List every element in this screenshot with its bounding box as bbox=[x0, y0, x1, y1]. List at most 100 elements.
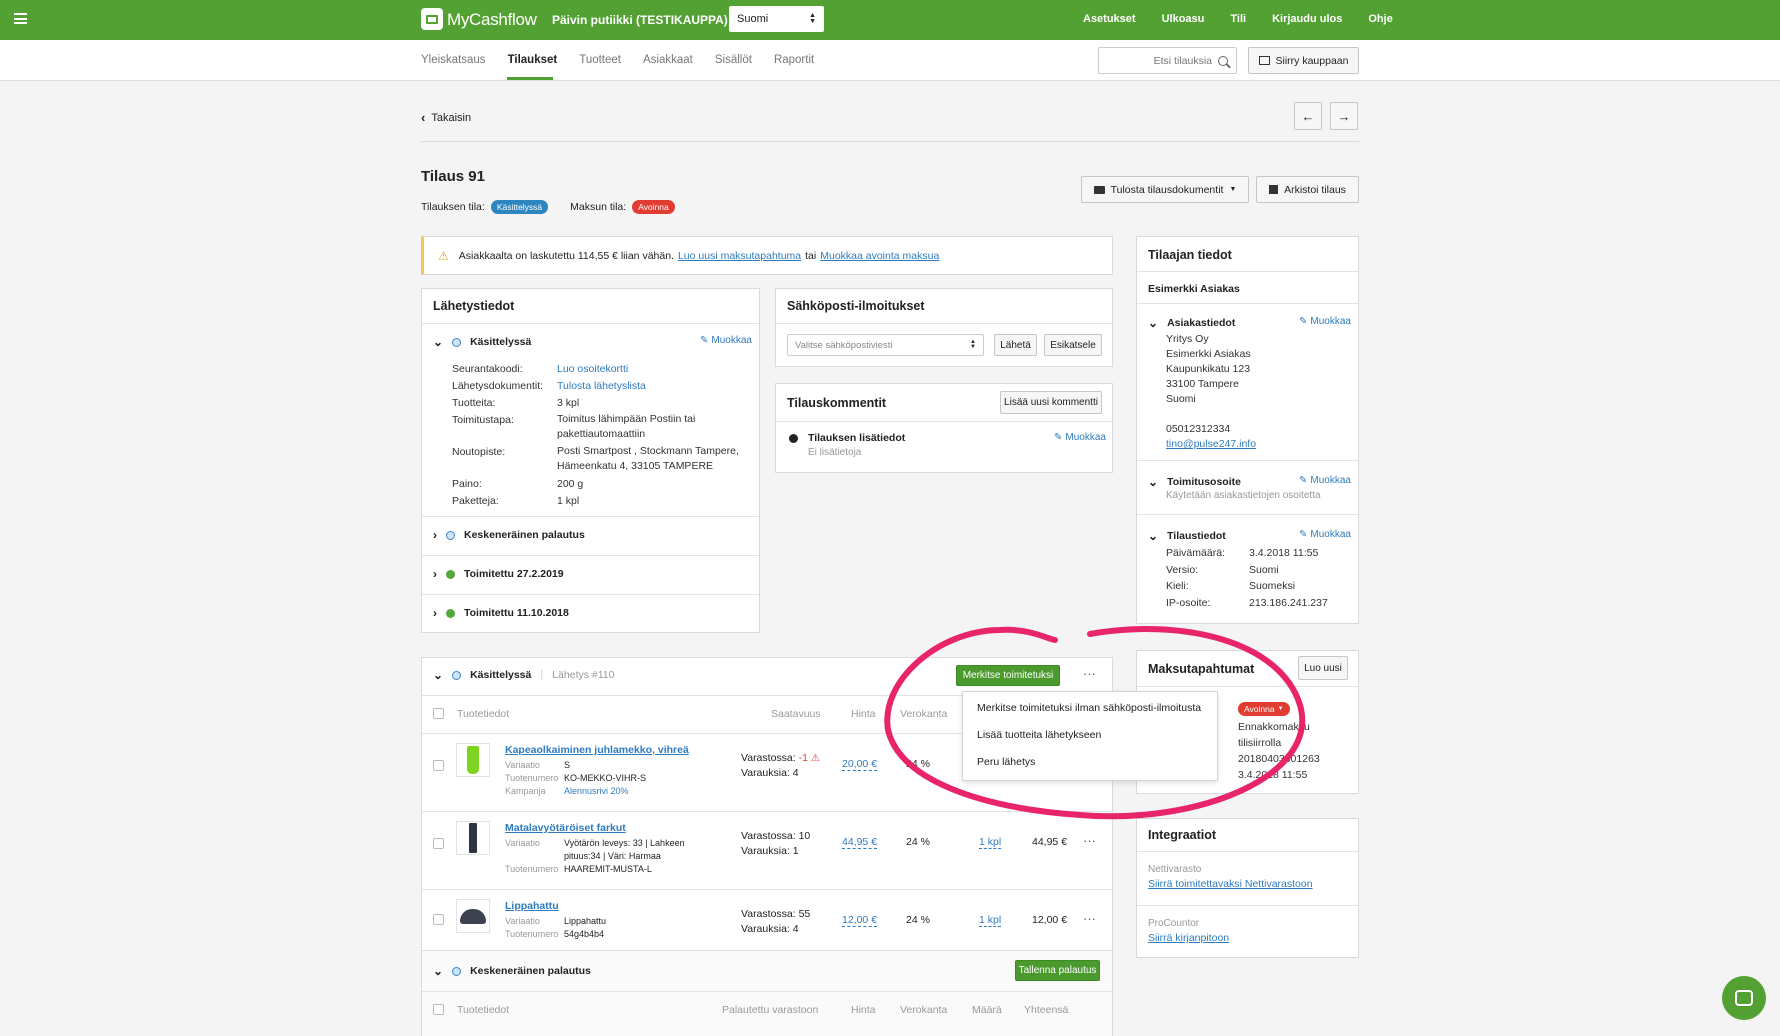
create-payment-link[interactable]: Luo uusi maksutapahtuma bbox=[678, 250, 801, 262]
order-info-toggle[interactable]: ⌄ Tilaustiedot bbox=[1148, 529, 1226, 543]
menu-item-mark-without-email[interactable]: Merkitse toimitetuksi ilman sähköposti-i… bbox=[963, 702, 1217, 729]
comments-edit-label: Muokkaa bbox=[1065, 432, 1106, 443]
order-info-edit-link[interactable]: ✎ Muokkaa bbox=[1299, 529, 1351, 540]
customer-name: Esimerkki Asiakas bbox=[1148, 283, 1240, 295]
back-link[interactable]: ‹ Takaisin bbox=[421, 110, 471, 125]
preview-email-button[interactable]: Esikatsele bbox=[1044, 334, 1102, 356]
product-name-link[interactable]: Lippahattu bbox=[505, 900, 559, 912]
menu-help[interactable]: Ohje bbox=[1368, 13, 1392, 25]
status-dot-icon bbox=[452, 966, 462, 976]
menu-item-cancel-shipment[interactable]: Peru lähetys bbox=[963, 756, 1217, 783]
send-email-button[interactable]: Lähetä bbox=[994, 334, 1037, 356]
quantity-value[interactable]: 1 kpl bbox=[979, 836, 1002, 849]
tracking-link[interactable]: Luo osoitekortti bbox=[557, 361, 752, 378]
tab-contents[interactable]: Sisällöt bbox=[715, 54, 752, 66]
shipping-edit-link[interactable]: ✎ Muokkaa bbox=[700, 335, 752, 346]
attr-label: Variaatio bbox=[505, 838, 540, 848]
brand-name[interactable]: MyCashflow bbox=[447, 10, 537, 30]
mark-delivered-button[interactable]: Merkitse toimitetuksi bbox=[956, 665, 1060, 686]
integration-link[interactable]: Siirrä kirjanpitoon bbox=[1148, 932, 1229, 944]
tab-customers[interactable]: Asiakkaat bbox=[643, 54, 693, 66]
hamburger-menu-icon[interactable] bbox=[14, 13, 27, 24]
row-checkbox[interactable] bbox=[433, 760, 444, 771]
language-select[interactable]: Suomi ▲ ▼ bbox=[729, 6, 824, 32]
select-all-checkbox[interactable] bbox=[433, 708, 444, 719]
customer-info-toggle[interactable]: ⌄ Asiakastiedot bbox=[1148, 316, 1235, 330]
shipment-row-delivered-2018[interactable]: › Toimitettu 11.10.2018 bbox=[433, 606, 569, 620]
tax-value: 24 % bbox=[906, 914, 930, 926]
customer-panel: Tilaajan tiedot Esimerkki Asiakas ⌄ Asia… bbox=[1136, 236, 1359, 624]
tab-overview[interactable]: Yleiskatsaus bbox=[421, 54, 486, 66]
row-checkbox[interactable] bbox=[433, 914, 444, 925]
status-dot-icon bbox=[452, 337, 462, 347]
price-value[interactable]: 20,00 € bbox=[842, 758, 878, 771]
menu-theme[interactable]: Ulkoasu bbox=[1162, 13, 1205, 25]
delivery-address-toggle[interactable]: ⌄ Toimitusosoite bbox=[1148, 475, 1241, 489]
archive-order-label: Arkistoi tilaus bbox=[1284, 183, 1346, 196]
order-search[interactable]: Etsi tilauksia bbox=[1098, 47, 1237, 74]
documents-link[interactable]: Tulosta lähetyslista bbox=[557, 378, 752, 395]
email-template-select[interactable]: Valitse sähköpostiviesti ▲ ▼ bbox=[787, 334, 984, 356]
customer-email-link[interactable]: tino@pulse247.info bbox=[1166, 437, 1256, 452]
stock-value: -1 bbox=[798, 752, 808, 764]
menu-settings[interactable]: Asetukset bbox=[1083, 13, 1136, 25]
payment-status-badge: Avoinna bbox=[632, 200, 675, 214]
quantity-value[interactable]: 1 kpl bbox=[979, 914, 1002, 927]
goto-store-label: Siirry kauppaan bbox=[1275, 54, 1349, 67]
chat-button[interactable] bbox=[1722, 976, 1766, 1020]
add-comment-button[interactable]: Lisää uusi kommentti bbox=[1000, 391, 1102, 414]
edit-icon: ✎ bbox=[1054, 432, 1063, 443]
shipment-row-delivered-2019[interactable]: › Toimitettu 27.2.2019 bbox=[433, 567, 564, 581]
menu-logout[interactable]: Kirjaudu ulos bbox=[1272, 13, 1342, 25]
archive-order-button[interactable]: Arkistoi tilaus bbox=[1256, 176, 1359, 203]
goto-store-button[interactable]: Siirry kauppaan bbox=[1248, 47, 1359, 74]
payment-method-1: Ennakkomaksu bbox=[1238, 721, 1310, 733]
tab-reports[interactable]: Raportit bbox=[774, 54, 814, 66]
shipment-header-toggle[interactable]: ⌄ Käsittelyssä | Lähetys #110 bbox=[433, 668, 615, 682]
arrow-right-icon: → bbox=[1337, 108, 1351, 124]
create-payment-button[interactable]: Luo uusi bbox=[1298, 656, 1348, 680]
product-name-link[interactable]: Matalavyötäröiset farkut bbox=[505, 822, 626, 834]
save-return-button[interactable]: Tallenna palautus bbox=[1015, 960, 1100, 981]
previous-order-button[interactable]: ← bbox=[1294, 102, 1322, 130]
attr-value: S bbox=[564, 760, 571, 770]
more-options-icon[interactable]: ··· bbox=[1083, 911, 1096, 926]
integration-link[interactable]: Siirrä toimitettavaksi Nettivarastoon bbox=[1148, 878, 1313, 890]
more-options-icon[interactable]: ··· bbox=[1083, 833, 1096, 848]
attr-value: HAAREMIT-MUSTA-L bbox=[564, 864, 652, 874]
tab-products[interactable]: Tuotteet bbox=[579, 54, 621, 66]
order-status-row: Tilauksen tila: Käsittelyssä Maksun tila… bbox=[421, 200, 675, 214]
select-all-checkbox[interactable] bbox=[433, 1004, 444, 1015]
product-thumbnail[interactable] bbox=[456, 899, 490, 933]
price-value[interactable]: 12,00 € bbox=[842, 914, 878, 927]
more-options-icon[interactable]: ··· bbox=[1083, 666, 1096, 681]
order-ip-label: IP-osoite: bbox=[1166, 596, 1211, 609]
edit-payment-link[interactable]: Muokkaa avointa maksua bbox=[820, 250, 939, 262]
integration-name: ProCountor bbox=[1148, 918, 1200, 929]
label-pickup: Noutopiste: bbox=[452, 446, 506, 458]
brand-logo-icon[interactable] bbox=[421, 8, 443, 30]
attr-value: Lippahattu bbox=[564, 916, 607, 926]
tab-orders[interactable]: Tilaukset bbox=[508, 54, 558, 66]
delivery-edit-link[interactable]: ✎ Muokkaa bbox=[1299, 475, 1351, 486]
product-name-link[interactable]: Kapeaolkaiminen juhlamekko, vihreä bbox=[505, 744, 689, 756]
payment-status-badge[interactable]: Avoinna ▼ bbox=[1238, 702, 1290, 716]
shipment-status-toggle[interactable]: ⌄ Käsittelyssä bbox=[433, 335, 531, 349]
product-thumbnail[interactable] bbox=[456, 743, 490, 777]
next-order-button[interactable]: → bbox=[1330, 102, 1358, 130]
shipment-row-return[interactable]: › Keskeneräinen palautus bbox=[433, 528, 585, 542]
customer-edit-link[interactable]: ✎ Muokkaa bbox=[1299, 316, 1351, 327]
row-checkbox[interactable] bbox=[433, 838, 444, 849]
packages-value: 1 kpl bbox=[557, 495, 580, 507]
menu-account[interactable]: Tili bbox=[1230, 13, 1246, 25]
print-documents-button[interactable]: Tulosta tilausdokumentit ▼ bbox=[1081, 176, 1249, 203]
comments-edit-link[interactable]: ✎ Muokkaa bbox=[1054, 432, 1106, 443]
menu-item-add-products[interactable]: Lisää tuotteita lähetykseen bbox=[963, 729, 1217, 756]
price-value[interactable]: 44,95 € bbox=[842, 836, 878, 849]
printer-icon bbox=[1093, 185, 1105, 194]
attr-value: Vyötärön leveys: 33 | Lahkeen bbox=[564, 838, 685, 848]
return-header-toggle[interactable]: ⌄ Keskeneräinen palautus bbox=[433, 964, 591, 978]
product-thumbnail[interactable] bbox=[456, 821, 490, 855]
stock-label: Varastossa: bbox=[741, 830, 796, 842]
campaign-link[interactable]: Alennusrivi 20% bbox=[564, 785, 646, 798]
